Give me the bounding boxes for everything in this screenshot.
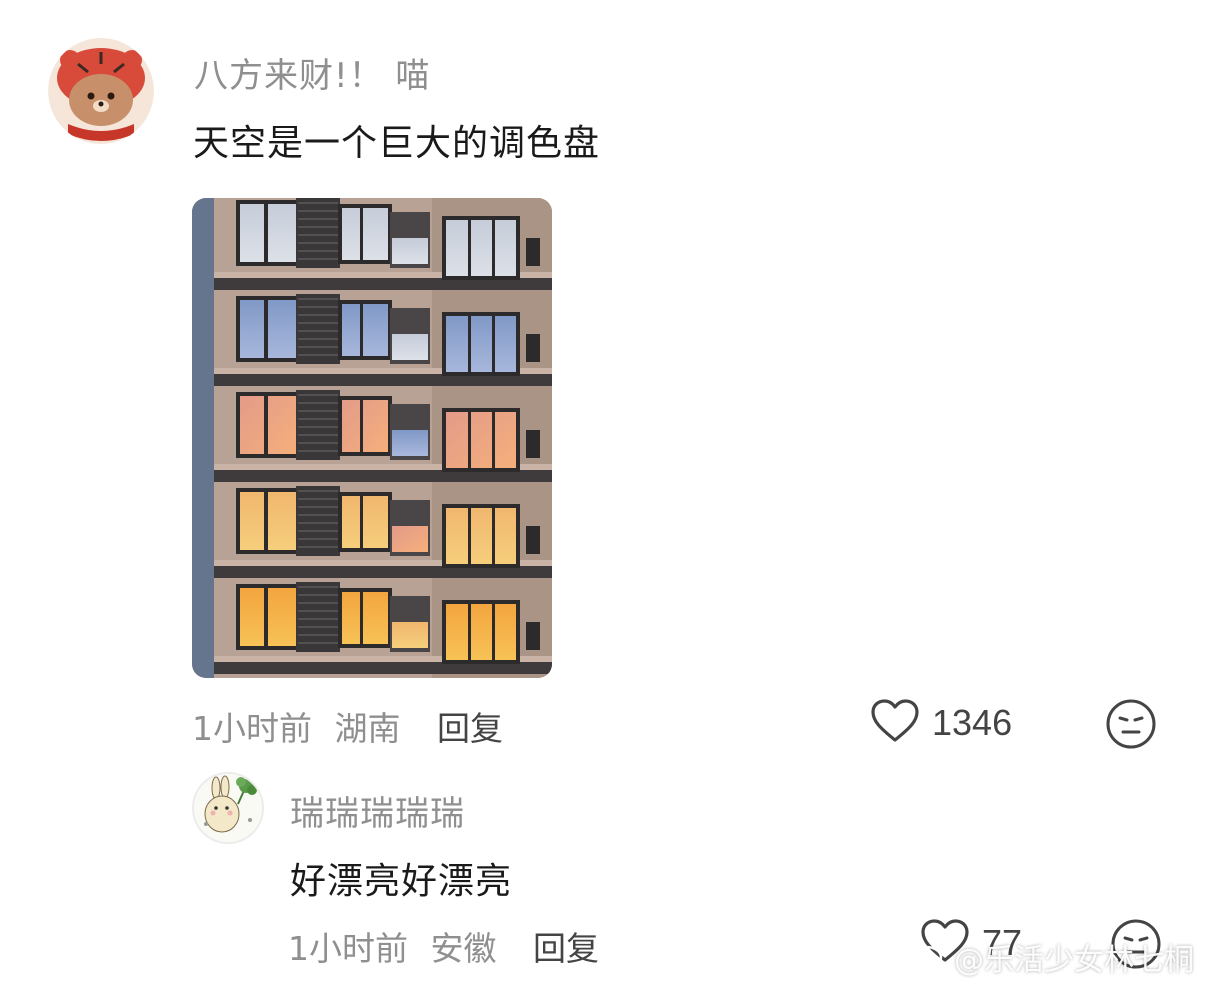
reply-meta: 1小时前 安徽 回复 xyxy=(288,922,599,970)
comment-location: 湖南 xyxy=(334,709,401,748)
like-button[interactable]: 1346 xyxy=(870,698,1012,748)
comment-username[interactable]: 八方来财!！ 喵 xyxy=(194,48,430,97)
comment-text: 天空是一个巨大的调色盘 xyxy=(193,123,601,164)
neutral-face-icon[interactable] xyxy=(1105,698,1157,754)
reply-location: 安徽 xyxy=(430,929,497,968)
comment-time: 1小时前 xyxy=(192,709,312,748)
avatar[interactable] xyxy=(48,38,154,144)
watermark: @乐活少女林七桐 xyxy=(908,935,1194,979)
weibo-logo-icon xyxy=(908,936,950,978)
comment-photo[interactable] xyxy=(192,198,552,678)
watermark-text: @乐活少女林七桐 xyxy=(954,943,1194,978)
like-count: 1346 xyxy=(932,702,1013,743)
reply-button[interactable]: 回复 xyxy=(437,709,503,748)
heart-outline-icon xyxy=(870,698,920,748)
reply-button[interactable]: 回复 xyxy=(533,929,599,968)
reply-username[interactable]: 瑞瑞瑞瑞瑞 xyxy=(290,786,465,835)
reply-text: 好漂亮好漂亮 xyxy=(290,861,513,902)
avatar[interactable] xyxy=(192,772,264,844)
comment-meta: 1小时前 湖南 回复 xyxy=(192,702,503,750)
reply-time: 1小时前 xyxy=(288,929,408,968)
